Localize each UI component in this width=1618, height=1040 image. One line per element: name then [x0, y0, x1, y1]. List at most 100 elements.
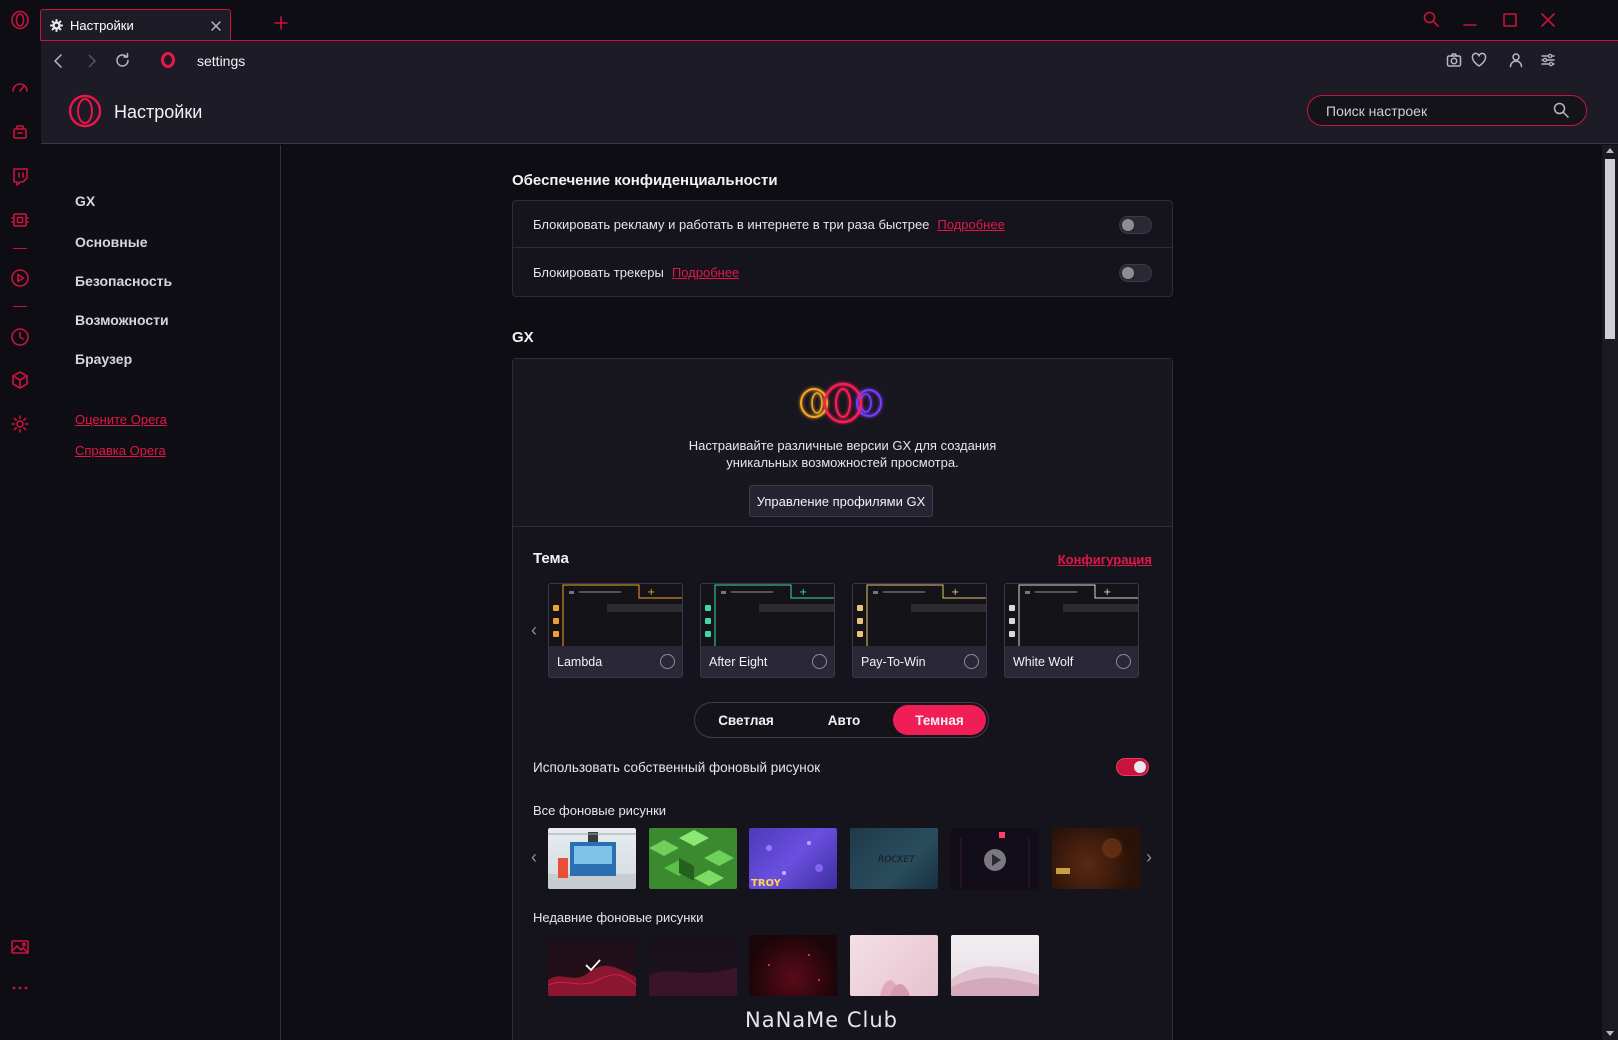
settings-main: Обеспечение конфиденциальности Блокирова… — [282, 145, 1618, 1040]
search-input[interactable] — [1307, 95, 1587, 126]
player-icon[interactable] — [9, 267, 31, 289]
theme-name: White Wolf — [1013, 655, 1074, 669]
all-wallpapers-title: Все фоновые рисунки — [533, 803, 667, 818]
theme-card-after-eight[interactable]: + After Eight — [700, 583, 835, 678]
account-icon[interactable] — [1508, 52, 1524, 68]
theme-radio[interactable] — [964, 654, 979, 669]
custom-wallpaper-toggle[interactable] — [1116, 758, 1149, 776]
recent-wallpaper-thumbnail[interactable] — [850, 935, 938, 996]
block-ads-more-link[interactable]: Подробнее — [937, 217, 1004, 232]
tab-title: Настройки — [70, 18, 134, 33]
opera-help-link[interactable]: Справка Opera — [75, 443, 166, 458]
theme-title: Тема — [533, 550, 569, 567]
close-window-icon[interactable] — [1540, 12, 1556, 28]
extensions-icon[interactable] — [9, 369, 31, 391]
scrollbar[interactable] — [1602, 145, 1618, 1040]
block-trackers-more-link[interactable]: Подробнее — [672, 265, 739, 280]
recent-wallpaper-thumbnail[interactable] — [749, 935, 837, 996]
settings-sidebar: GX Основные Безопасность Возможности Бра… — [41, 145, 281, 1040]
history-icon[interactable] — [9, 326, 31, 348]
search-icon[interactable] — [1553, 102, 1569, 118]
reload-icon[interactable] — [114, 52, 131, 69]
recent-wallpaper-thumbnail[interactable] — [951, 935, 1039, 996]
recent-wallpaper-thumbnail[interactable] — [649, 935, 737, 996]
gx-control-icon[interactable] — [9, 77, 31, 99]
page-title: Настройки — [114, 102, 203, 122]
settings-header: Настройки — [41, 81, 1618, 144]
wallpapers-prev-icon[interactable]: ‹ — [531, 847, 537, 868]
theme-name: Lambda — [557, 655, 603, 669]
sidebar-rail — [0, 0, 40, 1040]
back-icon[interactable] — [51, 53, 67, 69]
rail-divider — [13, 248, 27, 249]
gx-section-title: GX — [512, 329, 534, 346]
block-trackers-toggle[interactable] — [1119, 264, 1152, 282]
sidebar-item-browser[interactable]: Браузер — [75, 351, 132, 367]
manage-gx-profiles-button[interactable]: Управление профилями GX — [749, 485, 933, 517]
ram-limiter-icon[interactable] — [9, 209, 31, 231]
wallpaper-icon[interactable] — [9, 936, 31, 958]
gx-profiles-icon — [797, 381, 889, 425]
wallpaper-thumbnail[interactable]: ROCKET — [850, 828, 938, 889]
wallpaper-thumbnail[interactable] — [649, 828, 737, 889]
new-tab-icon[interactable] — [274, 16, 288, 30]
svg-text:+: + — [1103, 587, 1111, 598]
rail-divider — [13, 306, 27, 307]
scroll-up-icon[interactable] — [1606, 148, 1614, 153]
theme-configure-link[interactable]: Конфигурация — [1058, 552, 1152, 567]
maximize-icon[interactable] — [1502, 12, 1518, 28]
sidebar-item-security[interactable]: Безопасность — [75, 273, 172, 289]
theme-preview: + — [701, 584, 834, 646]
wallpaper-thumbnail[interactable]: TROY — [749, 828, 837, 889]
twitch-icon[interactable] — [9, 165, 31, 187]
theme-radio[interactable] — [1116, 654, 1131, 669]
url-text[interactable]: settings — [197, 53, 245, 69]
theme-radio[interactable] — [660, 654, 675, 669]
gx-description-line: уникальных возможностей просмотра. — [726, 455, 959, 470]
mode-auto-option[interactable]: Авто — [795, 705, 893, 735]
scrollbar-thumb[interactable] — [1605, 159, 1615, 339]
wallpaper-thumbnail[interactable] — [548, 828, 636, 889]
tab-gear-icon — [49, 18, 64, 33]
tab-close-icon[interactable] — [210, 20, 222, 32]
opera-menu-icon[interactable] — [9, 9, 31, 31]
block-ads-toggle[interactable] — [1119, 216, 1152, 234]
wallpaper-thumbnail[interactable] — [1052, 828, 1140, 889]
more-icon[interactable] — [9, 977, 31, 999]
sidebar-item-features[interactable]: Возможности — [75, 312, 169, 328]
theme-preview: + — [853, 584, 986, 646]
snapshot-icon[interactable] — [1446, 52, 1462, 68]
search-tabs-icon[interactable] — [1423, 11, 1439, 27]
bookmark-heart-icon[interactable] — [1471, 52, 1487, 68]
theme-name: Pay-To-Win — [861, 655, 926, 669]
opera-logo-icon — [161, 52, 175, 68]
block-trackers-row: Блокировать трекеры Подробнее — [513, 249, 1172, 296]
opera-logo-icon — [68, 94, 102, 128]
theme-card-white-wolf[interactable]: + White Wolf — [1004, 583, 1139, 678]
gx-profiles-description: Настраивайте различные версии GX для соз… — [513, 437, 1172, 471]
wallpaper-thumbnail[interactable] — [951, 828, 1039, 889]
theme-radio[interactable] — [812, 654, 827, 669]
theme-card-lambda[interactable]: + Lambda — [548, 583, 683, 678]
minimize-icon[interactable] — [1462, 13, 1478, 29]
tab-settings[interactable]: Настройки — [40, 9, 231, 41]
forward-icon[interactable] — [83, 53, 99, 69]
mode-light-option[interactable]: Светлая — [697, 705, 795, 735]
theme-card-pay-to-win[interactable]: + Pay-To-Win — [852, 583, 987, 678]
wallpapers-next-icon[interactable]: › — [1146, 847, 1152, 868]
recent-wallpapers-title: Недавние фоновые рисунки — [533, 910, 704, 925]
mode-dark-option[interactable]: Темная — [893, 705, 986, 735]
sidebar-item-gx[interactable]: GX — [75, 193, 95, 209]
easy-setup-icon[interactable] — [1540, 52, 1556, 68]
svg-text:ROCKET: ROCKET — [878, 855, 916, 865]
sidebar-item-basic[interactable]: Основные — [75, 234, 148, 250]
block-trackers-label: Блокировать трекеры — [533, 265, 664, 280]
theme-preview: + — [549, 584, 682, 646]
scroll-down-icon[interactable] — [1606, 1031, 1614, 1036]
custom-wallpaper-label: Использовать собственный фоновый рисунок — [533, 760, 821, 775]
recent-wallpaper-thumbnail-selected[interactable] — [548, 935, 636, 996]
themes-prev-icon[interactable]: ‹ — [531, 620, 537, 641]
gx-corner-icon[interactable] — [9, 121, 31, 143]
settings-gear-icon[interactable] — [9, 413, 31, 435]
rate-opera-link[interactable]: Оцените Opera — [75, 412, 167, 427]
